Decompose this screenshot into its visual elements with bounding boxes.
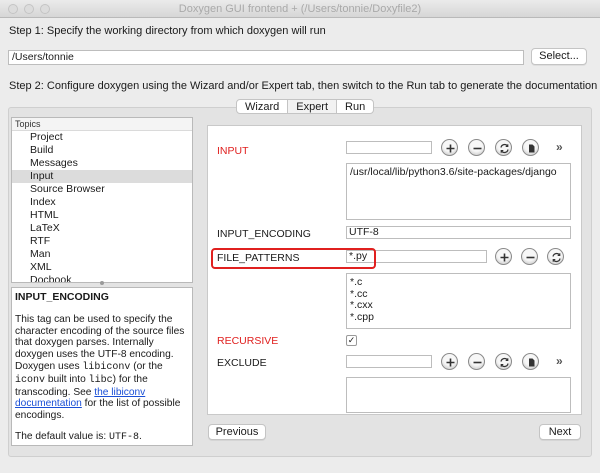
remove-icon <box>526 256 535 259</box>
update-icon <box>552 252 561 263</box>
input-more-button[interactable]: » <box>556 140 563 154</box>
exclude-more-button[interactable]: » <box>556 354 563 368</box>
exclude-remove-button[interactable] <box>468 353 485 370</box>
recursive-label: RECURSIVE <box>217 335 279 347</box>
exclude-list[interactable] <box>346 377 571 413</box>
help-text: . <box>139 430 142 442</box>
input-list[interactable]: /usr/local/lib/python3.6/site-packages/d… <box>346 163 571 220</box>
topic-input[interactable]: Input <box>12 170 192 183</box>
input-label: INPUT <box>217 145 249 157</box>
help-code: iconv <box>15 374 46 386</box>
topic-index[interactable]: Index <box>12 196 192 209</box>
working-directory-input[interactable]: /Users/tonnie <box>8 50 524 65</box>
select-directory-button[interactable]: Select... <box>531 48 587 65</box>
topic-project[interactable]: Project <box>12 131 192 144</box>
help-text: built into <box>45 373 89 385</box>
topic-source-browser[interactable]: Source Browser <box>12 183 192 196</box>
highlight-annotation <box>211 248 376 269</box>
exclude-add-button[interactable] <box>441 353 458 370</box>
exclude-field[interactable] <box>346 355 432 368</box>
title-bar: Doxygen GUI frontend + (/Users/tonnie/Do… <box>0 0 600 18</box>
file-pattern-item[interactable]: *.c <box>350 276 567 289</box>
topic-latex[interactable]: LaTeX <box>12 222 192 235</box>
help-code: UTF-8 <box>109 431 140 443</box>
file-patterns-update-button[interactable] <box>547 248 564 265</box>
tab-expert[interactable]: Expert <box>288 100 338 113</box>
topic-rtf[interactable]: RTF <box>12 235 192 248</box>
update-icon <box>500 143 509 154</box>
add-icon <box>500 253 509 262</box>
file-patterns-list[interactable]: *.c *.cc *.cxx *.cpp <box>346 273 571 329</box>
help-text: The default value is: <box>15 430 110 442</box>
step1-label: Step 1: Specify the working directory fr… <box>9 25 326 37</box>
input-list-item[interactable]: /usr/local/lib/python3.6/site-packages/d… <box>350 166 567 179</box>
topic-build[interactable]: Build <box>12 144 192 157</box>
previous-button[interactable]: Previous <box>208 424 266 440</box>
tab-bar: Wizard Expert Run <box>236 99 375 114</box>
input-add-button[interactable] <box>441 139 458 156</box>
browse-file-icon <box>529 144 535 153</box>
recursive-checkbox[interactable]: ✓ <box>346 335 357 346</box>
topic-messages[interactable]: Messages <box>12 157 192 170</box>
next-button[interactable]: Next <box>539 424 581 440</box>
file-patterns-remove-button[interactable] <box>521 248 538 265</box>
file-pattern-item[interactable]: *.cpp <box>350 311 567 324</box>
input-browse-button[interactable] <box>522 139 539 156</box>
add-icon <box>446 358 455 367</box>
input-remove-button[interactable] <box>468 139 485 156</box>
tab-wizard[interactable]: Wizard <box>237 100 289 113</box>
topics-header: Topics <box>12 118 192 131</box>
input-encoding-field[interactable]: UTF-8 <box>346 226 571 239</box>
exclude-label: EXCLUDE <box>217 357 267 369</box>
help-code: libc <box>88 374 113 386</box>
topics-list: Topics Project Build Messages Input Sour… <box>11 117 193 283</box>
window-title: Doxygen GUI frontend + (/Users/tonnie/Do… <box>178 3 422 15</box>
help-code: libiconv <box>82 361 131 373</box>
help-default: The default value is: UTF-8. <box>15 431 189 444</box>
file-patterns-add-button[interactable] <box>495 248 512 265</box>
input-update-button[interactable] <box>495 139 512 156</box>
exclude-browse-button[interactable] <box>522 353 539 370</box>
help-title: INPUT_ENCODING <box>15 291 109 303</box>
input-field[interactable] <box>346 141 432 154</box>
add-icon <box>446 144 455 153</box>
exclude-update-button[interactable] <box>495 353 512 370</box>
help-text: (or the <box>130 360 163 372</box>
tab-run[interactable]: Run <box>337 100 373 113</box>
file-pattern-item[interactable]: *.cxx <box>350 299 567 312</box>
help-panel: INPUT_ENCODING This tag can be used to s… <box>11 287 193 446</box>
topic-xml[interactable]: XML <box>12 261 192 274</box>
help-description: This tag can be used to specify the char… <box>15 314 189 422</box>
splitter-handle[interactable] <box>100 281 104 285</box>
browse-file-icon <box>529 358 535 367</box>
remove-icon <box>473 361 482 364</box>
remove-icon <box>473 147 482 150</box>
input-encoding-label: INPUT_ENCODING <box>217 228 311 240</box>
file-pattern-item[interactable]: *.cc <box>350 288 567 301</box>
update-icon <box>500 357 509 368</box>
topic-html[interactable]: HTML <box>12 209 192 222</box>
topic-man[interactable]: Man <box>12 248 192 261</box>
step2-label: Step 2: Configure doxygen using the Wiza… <box>9 80 598 92</box>
